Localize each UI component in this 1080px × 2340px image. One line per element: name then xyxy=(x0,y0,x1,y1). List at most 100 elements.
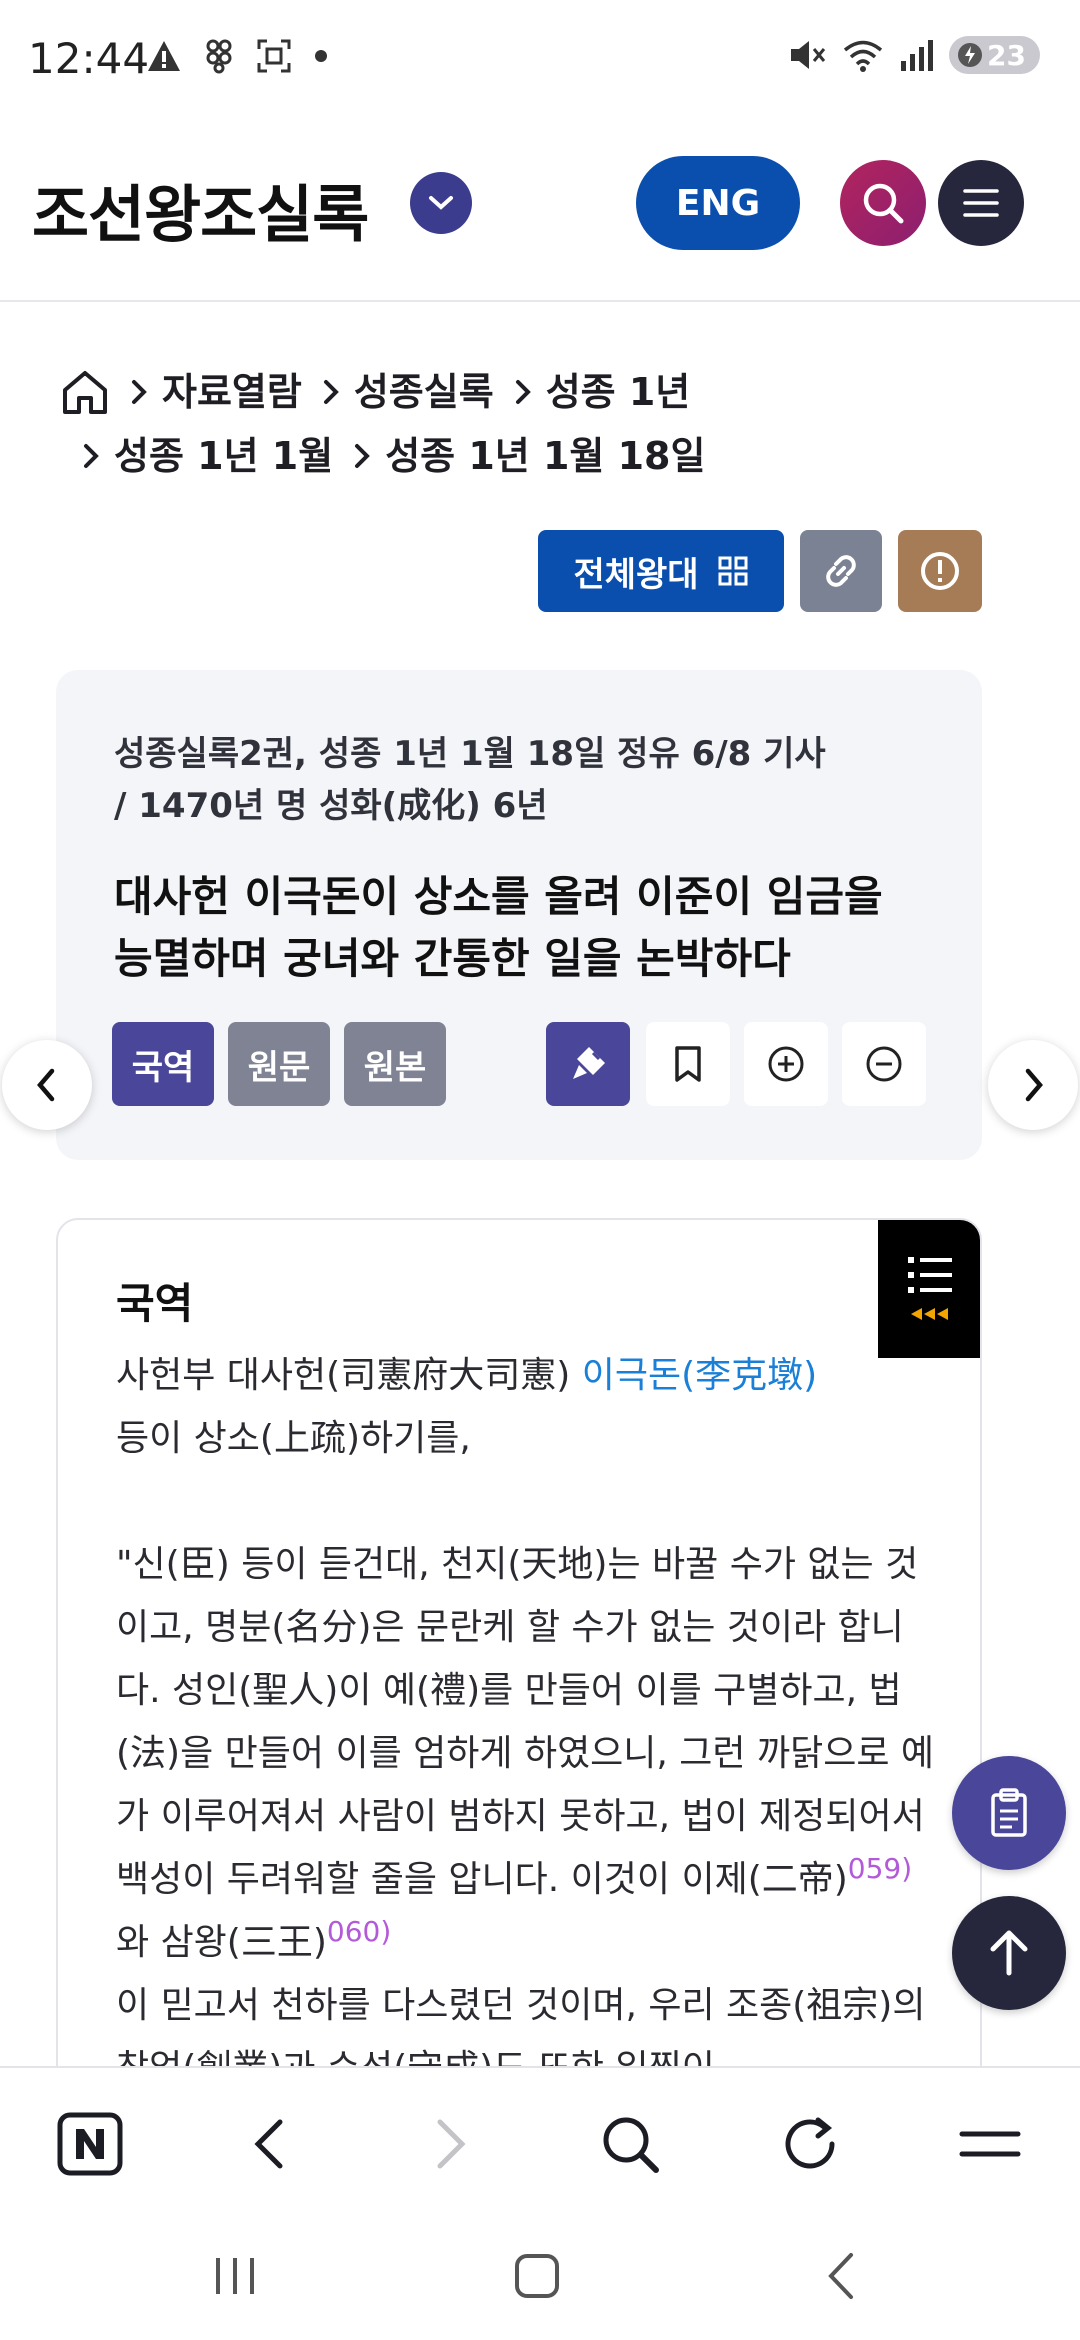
breadcrumb-label: 성종실록 xyxy=(353,370,494,414)
battery-level: 23 xyxy=(987,38,1026,72)
chevron-left-icon xyxy=(37,1068,55,1102)
highlight-button[interactable] xyxy=(546,1022,630,1106)
list-icon xyxy=(908,1257,952,1293)
browser-menu-button[interactable] xyxy=(950,2104,1030,2184)
all-kings-button[interactable]: 전체왕대 xyxy=(538,530,784,612)
body-text: 와 삼왕(三王) xyxy=(116,1922,327,1963)
next-article-button[interactable] xyxy=(988,1040,1078,1130)
recent-apps-button[interactable] xyxy=(190,2236,280,2316)
footnote-link[interactable]: 060) xyxy=(327,1915,391,1948)
chevron-left-icon xyxy=(254,2119,283,2169)
previous-article-button[interactable] xyxy=(2,1040,92,1130)
status-icons-right: 23 xyxy=(787,36,1040,74)
site-header: 조선왕조실록 ENG xyxy=(0,120,1080,302)
pinwheel-icon xyxy=(206,39,232,74)
article-body: 사헌부 대사헌(司憲府大司憲) 이극돈(李克墩) 등이 상소(上疏)하기를, "신… xyxy=(116,1344,936,2100)
rewind-icon xyxy=(911,1308,948,1320)
breadcrumb-item[interactable]: 성종 1년 xyxy=(512,360,690,424)
hamburger-icon xyxy=(959,2131,1021,2157)
toc-button[interactable] xyxy=(878,1220,980,1358)
site-title[interactable]: 조선왕조실록 xyxy=(32,164,369,254)
browser-refresh-button[interactable] xyxy=(770,2104,850,2184)
body-paragraph: "신(臣) 등이 듣건대, 천지(天地)는 바꿀 수가 없는 것이고, 명분(名… xyxy=(116,1533,936,2100)
battery-icon: 23 xyxy=(949,36,1040,74)
system-back-button[interactable] xyxy=(796,2236,886,2316)
browser-toolbar xyxy=(0,2066,1080,2206)
chevron-right-icon xyxy=(437,2119,466,2169)
body-text: 등이 상소(上疏)하기를, xyxy=(116,1418,471,1459)
chevron-right-icon xyxy=(1025,1068,1043,1102)
clipboard-icon xyxy=(991,1788,1027,1837)
chevron-right-icon xyxy=(355,444,371,468)
footnote-link[interactable]: 059) xyxy=(848,1852,912,1885)
section-heading: 국역 xyxy=(116,1279,194,1328)
english-button[interactable]: ENG xyxy=(636,156,800,250)
article-meta-line: / 1470년 명 성화(成化) 6년 xyxy=(114,786,548,826)
breadcrumb-label: 자료열람 xyxy=(162,370,302,414)
minus-circle-icon xyxy=(866,1046,902,1082)
breadcrumb-item-current[interactable]: 성종 1년 1월 18일 xyxy=(351,424,705,488)
person-link[interactable]: 이극돈(李克墩) xyxy=(582,1355,817,1396)
breadcrumb: 자료열람 성종실록 성종 1년 성종 1년 1월 성종 1년 1월 18일 xyxy=(60,360,1020,488)
breadcrumb-item[interactable]: 성종실록 xyxy=(320,360,494,424)
copy-link-button[interactable] xyxy=(800,530,882,612)
plus-circle-icon xyxy=(768,1046,804,1082)
naver-logo-icon xyxy=(57,2112,123,2176)
article-title-line: 능멸하며 궁녀와 간통한 일을 논박하다 xyxy=(114,934,791,983)
title-dropdown-button[interactable] xyxy=(410,172,472,234)
dot-icon xyxy=(315,50,327,62)
body-text: "신(臣) 등이 듣건대, 천지(天地)는 바꿀 수가 없는 것이고, 명분(名… xyxy=(116,1544,935,1900)
link-icon xyxy=(826,555,856,587)
back-chevron-icon xyxy=(828,2253,853,2299)
home-square-icon xyxy=(515,2254,559,2298)
grid-icon xyxy=(718,556,748,586)
chevron-right-icon xyxy=(132,380,147,404)
body-text: 사헌부 대사헌(司憲府大司憲) xyxy=(116,1355,582,1396)
highlighter-icon xyxy=(573,1047,605,1079)
content-card: 국역 사헌부 대사헌(司憲府大司憲) 이극돈(李克墩) 등이 상소(上疏)하기를,… xyxy=(56,1218,982,2118)
status-icons-left xyxy=(146,38,328,74)
chevron-right-icon xyxy=(515,380,531,404)
search-button[interactable] xyxy=(840,160,926,246)
tab-translation[interactable]: 국역 xyxy=(112,1022,214,1106)
breadcrumb-item[interactable]: 자료열람 xyxy=(128,360,302,424)
signal-icon xyxy=(901,40,934,71)
browser-forward-button[interactable] xyxy=(410,2104,490,2184)
chevron-down-icon xyxy=(429,196,453,210)
article-meta-line: 성종실록2권, 성종 1년 1월 18일 정유 6/8 기사 xyxy=(114,734,826,774)
browser-search-button[interactable] xyxy=(590,2104,670,2184)
search-icon xyxy=(863,183,904,224)
browser-back-button[interactable] xyxy=(230,2104,310,2184)
naver-home-button[interactable] xyxy=(50,2104,130,2184)
tab-source[interactable]: 원본 xyxy=(344,1022,446,1106)
bookmark-button[interactable] xyxy=(646,1022,730,1106)
status-time: 12:44 xyxy=(28,34,150,83)
article-title-line: 대사헌 이극돈이 상소를 올려 이준이 임금을 xyxy=(114,872,883,921)
home-icon xyxy=(63,371,107,414)
scroll-top-button[interactable] xyxy=(952,1896,1066,2010)
search-icon xyxy=(603,2117,659,2173)
article-title: 대사헌 이극돈이 상소를 올려 이준이 임금을 능멸하며 궁녀와 간통한 일을 … xyxy=(114,866,934,990)
body-paragraph: 사헌부 대사헌(司憲府大司憲) 이극돈(李克墩) 등이 상소(上疏)하기를, xyxy=(116,1344,936,1470)
mute-icon xyxy=(791,41,826,69)
report-button[interactable] xyxy=(898,530,982,612)
clipboard-button[interactable] xyxy=(952,1756,1066,1870)
tab-original[interactable]: 원문 xyxy=(228,1022,330,1106)
zoom-in-button[interactable] xyxy=(744,1022,828,1106)
article-info-card: 성종실록2권, 성종 1년 1월 18일 정유 6/8 기사 / 1470년 명… xyxy=(56,670,982,1160)
warning-icon xyxy=(148,41,180,71)
hamburger-icon xyxy=(963,189,999,217)
chevron-right-icon xyxy=(84,444,99,468)
menu-button[interactable] xyxy=(938,160,1024,246)
screenshot-icon xyxy=(257,39,291,73)
breadcrumb-label: 성종 1년 1월 18일 xyxy=(385,434,706,478)
breadcrumb-home[interactable] xyxy=(60,368,110,416)
bookmark-icon xyxy=(675,1046,701,1082)
chevron-right-icon xyxy=(323,380,339,404)
system-navigation-bar xyxy=(0,2206,1080,2340)
all-kings-label: 전체왕대 xyxy=(573,554,699,595)
status-bar: 12:44 23 xyxy=(0,0,1080,120)
breadcrumb-item[interactable]: 성종 1년 1월 xyxy=(80,424,333,488)
zoom-out-button[interactable] xyxy=(842,1022,926,1106)
home-nav-button[interactable] xyxy=(492,2236,582,2316)
